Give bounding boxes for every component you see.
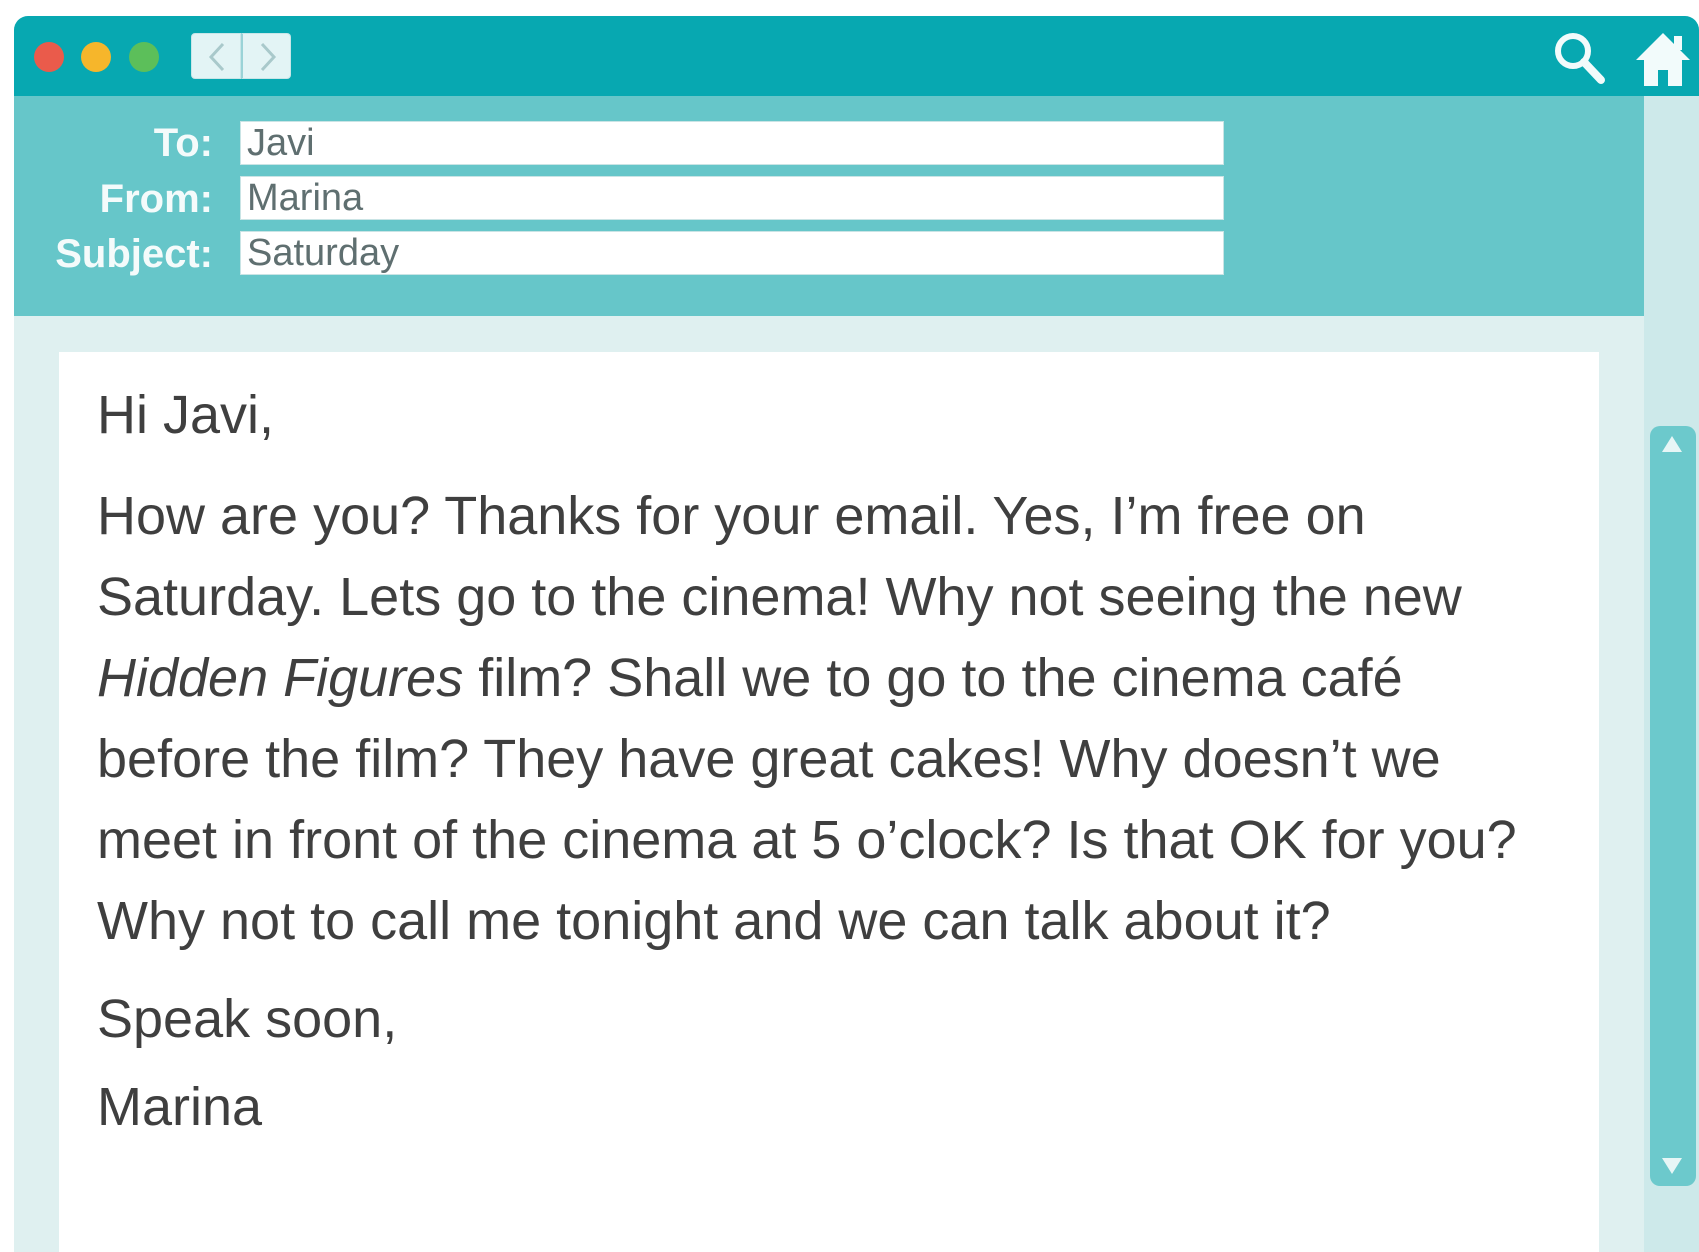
to-field[interactable]: [240, 121, 1224, 165]
title-bar: [14, 16, 1699, 96]
scroll-down-arrow-icon[interactable]: [1662, 1158, 1682, 1174]
greeting-text: Hi Javi,: [97, 385, 275, 445]
close-window-button[interactable]: [34, 42, 64, 72]
scroll-up-arrow-icon[interactable]: [1662, 436, 1682, 452]
message-body[interactable]: Hi Javi, How are you? Thanks for your em…: [59, 352, 1599, 1252]
from-field[interactable]: [240, 176, 1224, 220]
film-title: Hidden Figures: [97, 648, 464, 708]
scrollbar[interactable]: [1650, 426, 1696, 1186]
chevron-right-icon: [260, 42, 277, 72]
paragraph-text-start: How are you? Thanks for your email. Yes,…: [97, 486, 1462, 627]
search-icon[interactable]: [1549, 28, 1609, 88]
from-label: From:: [99, 177, 213, 221]
message-paragraph: How are you? Thanks for your email. Yes,…: [97, 476, 1537, 962]
subject-label: Subject:: [55, 232, 213, 276]
email-window: To: From: Subject: Hi Javi, How are you?…: [14, 16, 1699, 1252]
back-button[interactable]: [191, 33, 241, 79]
signature-text: Marina: [97, 1077, 263, 1137]
to-label: To:: [153, 121, 213, 165]
maximize-window-button[interactable]: [129, 42, 159, 72]
email-header: To: From: Subject:: [14, 96, 1644, 316]
minimize-window-button[interactable]: [81, 42, 111, 72]
subject-field[interactable]: [240, 231, 1224, 275]
forward-button[interactable]: [241, 33, 291, 79]
closing-text: Speak soon,: [97, 989, 398, 1049]
chevron-left-icon: [208, 42, 225, 72]
home-icon[interactable]: [1634, 30, 1692, 88]
